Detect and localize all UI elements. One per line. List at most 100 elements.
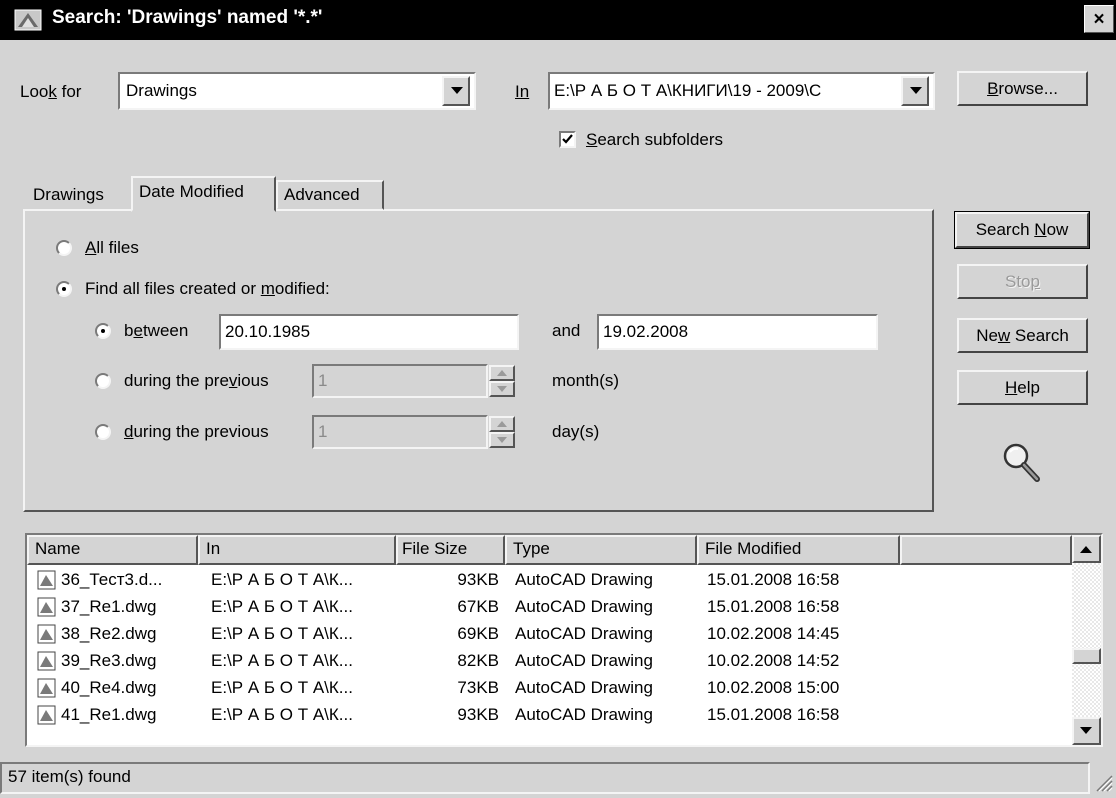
cell-name: 36_Тест3.d... (61, 570, 163, 589)
previous-months-field[interactable]: 1 (312, 364, 488, 398)
cell-in: E:\Р А Б О Т А\К... (211, 597, 353, 616)
search-subfolders-checkbox[interactable] (559, 131, 576, 148)
previous-days-field[interactable]: 1 (312, 415, 488, 449)
cell-name: 41_Re1.dwg (61, 705, 157, 724)
cell-in: E:\Р А Б О Т А\К... (211, 678, 353, 697)
cell-modified: 10.02.2008 14:45 (707, 624, 840, 643)
autocad-app-icon (14, 9, 42, 31)
look-for-dropdown[interactable]: Drawings (118, 72, 476, 110)
search-subfolders-label: Search subfolders (586, 130, 724, 149)
stop-button[interactable]: Stop (957, 264, 1088, 299)
between-to-date-field[interactable]: 19.02.2008 (597, 314, 878, 350)
spin-up-icon (497, 370, 507, 376)
find-all-files-radio[interactable] (56, 281, 72, 297)
scroll-down-button[interactable] (1072, 717, 1101, 745)
in-path-dropdown[interactable]: E:\Р А Б О Т А\КНИГИ\19 - 2009\C (548, 72, 935, 110)
cell-type: AutoCAD Drawing (515, 651, 653, 670)
column-header-type[interactable]: Type (505, 535, 697, 565)
previous-days-spinner[interactable] (489, 416, 515, 448)
resize-grip-icon[interactable] (1093, 772, 1113, 792)
cell-type: AutoCAD Drawing (515, 624, 653, 643)
previous-months-label: during the previous (124, 371, 269, 390)
spin-up-button[interactable] (489, 416, 515, 432)
previous-days-radio[interactable] (95, 424, 111, 440)
column-header-name[interactable]: Name (27, 535, 198, 565)
look-for-label: Look for (20, 82, 82, 101)
close-button[interactable]: × (1084, 5, 1114, 33)
cell-name: 38_Re2.dwg (61, 624, 157, 643)
cell-size: 93KB (457, 570, 499, 589)
tab-panel (23, 209, 934, 512)
cell-in: E:\Р А Б О Т А\К... (211, 624, 353, 643)
cell-name: 39_Re3.dwg (61, 651, 157, 670)
cell-size: 69KB (457, 624, 499, 643)
browse-button[interactable]: Browse... (957, 71, 1088, 106)
find-all-files-label: Find all files created or modified: (85, 279, 330, 298)
cell-type: AutoCAD Drawing (515, 570, 653, 589)
in-path-value: E:\Р А Б О Т А\КНИГИ\19 - 2009\C (554, 81, 822, 100)
look-for-dropdown-arrow[interactable] (442, 76, 470, 106)
scroll-thumb[interactable] (1072, 648, 1101, 664)
tab-date-modified[interactable]: Date Modified (131, 176, 276, 212)
spin-up-button[interactable] (489, 365, 515, 381)
cell-type: AutoCAD Drawing (515, 678, 653, 697)
table-row[interactable]: 36_Тест3.d... E:\Р А Б О Т А\К... 93KB A… (27, 567, 1071, 594)
spin-down-button[interactable] (489, 432, 515, 448)
between-radio[interactable] (95, 323, 111, 339)
cell-size: 82KB (457, 651, 499, 670)
magnifier-icon (1003, 443, 1040, 482)
chevron-down-icon (910, 87, 922, 94)
between-label: between (124, 321, 189, 340)
window-title: Search: 'Drawings' named '*.*' (52, 7, 323, 28)
cell-modified: 10.02.2008 15:00 (707, 678, 840, 697)
dwg-file-icon (37, 597, 56, 617)
search-now-button[interactable]: Search Now (954, 211, 1090, 249)
previous-months-spinner[interactable] (489, 365, 515, 397)
dwg-file-icon (37, 624, 56, 644)
spin-down-icon (497, 437, 507, 443)
cell-in: E:\Р А Б О Т А\К... (211, 570, 353, 589)
all-files-radio[interactable] (56, 240, 72, 256)
column-header-file-modified[interactable]: File Modified (697, 535, 900, 565)
results-scrollbar[interactable] (1072, 535, 1101, 745)
dwg-file-icon (37, 570, 56, 590)
cell-in: E:\Р А Б О Т А\К... (211, 705, 353, 724)
scroll-up-icon (1080, 546, 1092, 553)
scroll-up-button[interactable] (1072, 535, 1101, 563)
cell-name: 37_Re1.dwg (61, 597, 157, 616)
previous-months-radio[interactable] (95, 373, 111, 389)
column-header-in[interactable]: In (198, 535, 396, 565)
in-path-dropdown-arrow[interactable] (901, 76, 929, 106)
column-header-file-size[interactable]: File Size (396, 535, 505, 565)
all-files-label: All files (85, 238, 139, 257)
cell-type: AutoCAD Drawing (515, 705, 653, 724)
between-from-date-field[interactable]: 20.10.1985 (219, 314, 519, 350)
results-list[interactable]: Name In File Size Type File Modified 36_… (25, 533, 1103, 747)
table-row[interactable]: 39_Re3.dwg E:\Р А Б О Т А\К... 82KB Auto… (27, 648, 1071, 675)
dwg-file-icon (37, 651, 56, 671)
title-bar: Search: 'Drawings' named '*.*' × (0, 0, 1116, 40)
previous-days-label: during the previous (124, 422, 269, 441)
table-row[interactable]: 40_Re4.dwg E:\Р А Б О Т А\К... 73KB Auto… (27, 675, 1071, 702)
table-row[interactable]: 41_Re1.dwg E:\Р А Б О Т А\К... 93KB Auto… (27, 702, 1071, 745)
cell-size: 73KB (457, 678, 499, 697)
cell-modified: 10.02.2008 14:52 (707, 651, 840, 670)
tab-advanced[interactable]: Advanced (276, 180, 384, 210)
cell-in: E:\Р А Б О Т А\К... (211, 651, 353, 670)
spin-up-icon (497, 421, 507, 427)
cell-name: 40_Re4.dwg (61, 678, 157, 697)
tab-drawings[interactable]: Drawings (33, 183, 104, 211)
help-button[interactable]: Help (957, 370, 1088, 405)
dwg-file-icon (37, 705, 56, 725)
and-label: and (552, 321, 581, 340)
cell-size: 67KB (457, 597, 499, 616)
chevron-down-icon (451, 87, 463, 94)
spin-down-button[interactable] (489, 381, 515, 397)
cell-modified: 15.01.2008 16:58 (707, 597, 840, 616)
look-for-value: Drawings (126, 81, 197, 100)
cell-modified: 15.01.2008 16:58 (707, 570, 840, 589)
new-search-button[interactable]: New Search (957, 318, 1088, 353)
dwg-file-icon (37, 678, 56, 698)
table-row[interactable]: 38_Re2.dwg E:\Р А Б О Т А\К... 69KB Auto… (27, 621, 1071, 648)
table-row[interactable]: 37_Re1.dwg E:\Р А Б О Т А\К... 67KB Auto… (27, 594, 1071, 621)
